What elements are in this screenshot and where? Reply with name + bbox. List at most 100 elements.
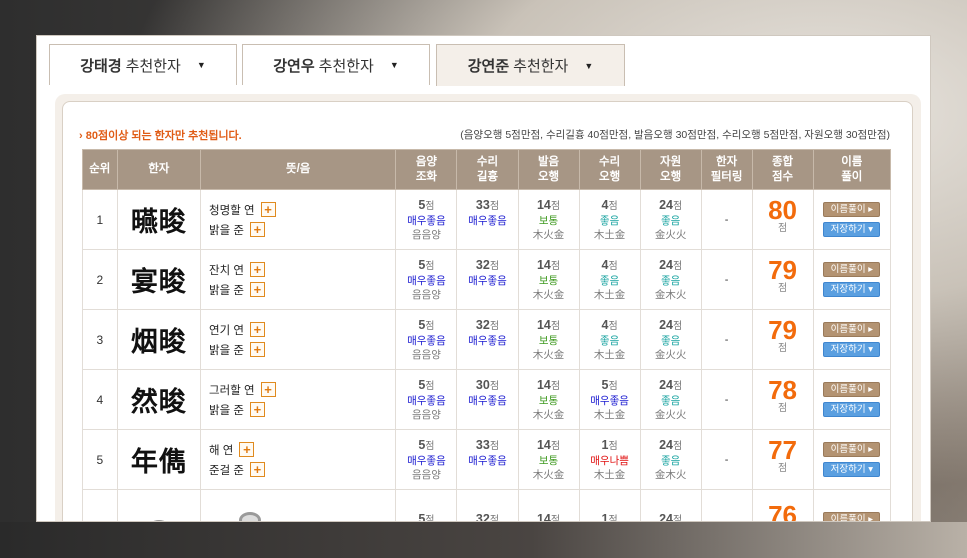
suri-ohaeng-cell: 4점 좋음 木土金 xyxy=(578,249,641,310)
table-row: 4 然晙 그러할 연 + 밝을 준 + 5점 매우좋음 음음양 30점 매우좋음… xyxy=(82,369,892,430)
tab-name: 강연준 xyxy=(467,58,510,75)
meaning-text: 그러할 연 xyxy=(209,384,255,397)
suri-cell: 32점 매우좋음 xyxy=(456,309,519,370)
tab-suffix: 추천한자 xyxy=(513,58,569,75)
suri-cell: 33점 매우좋음 xyxy=(456,429,519,490)
tab-bar: 강태경 추천한자 ▼ 강연우 추천한자 ▼ 강연준 추천한자 ▼ xyxy=(49,44,922,86)
pronunciation-cell: 14점 xyxy=(517,489,580,521)
filter-cell: - xyxy=(700,429,753,490)
header-action: 이름 풀이 xyxy=(812,149,892,190)
total-score: 76 xyxy=(768,500,797,522)
suri-cell: 32점 xyxy=(456,489,519,521)
meaning-cell: 그러할 연 + 밝을 준 + xyxy=(200,369,397,430)
tab-yeonwoo[interactable]: 강연우 추천한자 ▼ xyxy=(242,44,430,85)
action-cell: 이름풀이 ▸ 저장하기 ▾ xyxy=(812,249,892,310)
filter-cell: - xyxy=(700,309,753,370)
action-cell: 이름풀이 ▸ 저장하기 ▾ xyxy=(812,189,892,250)
tab-name: 강태경 xyxy=(80,57,122,75)
pronunciation-cell: 14점 보통 木火金 xyxy=(517,369,580,430)
meaning-text: 해 연 xyxy=(209,444,234,457)
table-row: 5점 32점 14점 1점 24점 76 이름풀이 ▸ xyxy=(82,489,892,522)
tab-yeonjun[interactable]: 강연준 추천한자 ▼ xyxy=(436,44,625,86)
save-button[interactable]: 저장하기 ▾ xyxy=(823,222,881,237)
name-analysis-button[interactable]: 이름풀이 ▸ xyxy=(823,322,881,337)
hanja-cell: 曣晙 xyxy=(116,189,202,250)
total-cell: 80 점 xyxy=(751,189,814,250)
rank-cell: 4 xyxy=(82,369,118,430)
suri-cell: 32점 매우좋음 xyxy=(456,249,519,310)
filter-cell: - xyxy=(700,189,753,250)
meaning-cell xyxy=(200,489,397,521)
meaning-cell: 잔치 연 + 밝을 준 + xyxy=(200,249,397,310)
caret-down-icon: ▼ xyxy=(389,60,399,70)
rank-cell: 1 xyxy=(82,189,118,250)
rank-cell xyxy=(82,489,118,521)
pronunciation-cell: 14점 보통 木火金 xyxy=(517,249,580,310)
plus-icon[interactable]: + xyxy=(239,442,255,457)
yinyang-cell: 5점 매우좋음 음음양 xyxy=(395,429,458,490)
plus-icon[interactable]: + xyxy=(260,202,276,217)
meaning-image xyxy=(239,512,262,521)
plus-icon[interactable]: + xyxy=(249,322,265,337)
action-cell: 이름풀이 ▸ 저장하기 ▾ xyxy=(812,429,892,490)
hanja-cell: 年儁 xyxy=(116,429,202,490)
header-filter: 한자 필터링 xyxy=(700,149,753,190)
caret-down-icon: ▼ xyxy=(584,60,594,71)
suri-ohaeng-cell: 1점 매우나쁨 木土金 xyxy=(578,429,641,490)
save-button[interactable]: 저장하기 ▾ xyxy=(823,282,881,297)
meaning-line: 밝을 준 + xyxy=(209,280,395,300)
pronunciation-cell: 14점 보통 木火金 xyxy=(517,189,580,250)
hanja-table: 순위 한자 뜻/음 음양 조화 수리 길흉 발음 오행 수리 오행 자원 오행 한자 필터링… xyxy=(82,149,892,522)
filter-cell: - xyxy=(700,249,753,310)
save-button[interactable]: 저장하기 ▾ xyxy=(823,342,881,357)
name-analysis-button[interactable]: 이름풀이 ▸ xyxy=(823,382,881,397)
rank-cell: 2 xyxy=(82,249,118,310)
plus-icon[interactable]: + xyxy=(260,382,276,397)
pronunciation-cell: 14점 보통 木火金 xyxy=(517,429,580,490)
plus-icon[interactable]: + xyxy=(249,282,265,297)
header-pronunciation: 발음 오행 xyxy=(517,149,580,190)
plus-icon[interactable]: + xyxy=(249,262,265,277)
tab-taegyeong[interactable]: 강태경 추천한자 ▼ xyxy=(49,44,237,85)
suri-ohaeng-cell: 1점 xyxy=(578,489,641,521)
save-button[interactable]: 저장하기 ▾ xyxy=(823,462,881,477)
meaning-text: 밝을 준 xyxy=(209,284,244,297)
meaning-text: 청명할 연 xyxy=(209,204,255,217)
yinyang-cell: 5점 매우좋음 음음양 xyxy=(395,369,458,430)
pronunciation-cell: 14점 보통 木火金 xyxy=(517,309,580,370)
source-cell: 24점 좋음 金火火 xyxy=(639,189,702,250)
meaning-line: 밝을 준 + xyxy=(209,340,395,360)
total-score: 79 xyxy=(768,315,797,345)
source-cell: 24점 좋음 金木火 xyxy=(639,249,702,310)
yinyang-cell: 5점 매우좋음 음음양 xyxy=(395,189,458,250)
source-cell: 24점 xyxy=(639,489,702,521)
suri-ohaeng-cell: 5점 매우좋음 木土金 xyxy=(578,369,641,430)
meaning-text: 잔치 연 xyxy=(209,264,244,277)
rank-cell: 5 xyxy=(82,429,118,490)
total-cell: 79 점 xyxy=(751,309,814,370)
meaning-line: 그러할 연 + xyxy=(209,380,395,400)
header-suri: 수리 길흉 xyxy=(456,149,519,190)
hanja-cell: 烟晙 xyxy=(116,309,202,370)
name-analysis-button[interactable]: 이름풀이 ▸ xyxy=(823,202,881,217)
source-cell: 24점 좋음 金木火 xyxy=(639,429,702,490)
tab-suffix: 추천한자 xyxy=(318,57,374,75)
plus-icon[interactable]: + xyxy=(249,222,265,237)
suri-cell: 33점 매우좋음 xyxy=(456,189,519,250)
name-analysis-button[interactable]: 이름풀이 ▸ xyxy=(823,512,881,521)
save-button[interactable]: 저장하기 ▾ xyxy=(823,402,881,417)
plus-icon[interactable]: + xyxy=(249,462,265,477)
name-analysis-button[interactable]: 이름풀이 ▸ xyxy=(823,442,881,457)
plus-icon[interactable]: + xyxy=(249,402,265,417)
plus-icon[interactable]: + xyxy=(249,342,265,357)
meaning-cell: 해 연 + 준걸 준 + xyxy=(200,429,397,490)
filter-cell xyxy=(700,489,753,521)
header-suri-ohaeng: 수리 오행 xyxy=(578,149,641,190)
table-header-row: 순위 한자 뜻/음 음양 조화 수리 길흉 발음 오행 수리 오행 자원 오행 한자 필터링… xyxy=(82,149,892,190)
yinyang-cell: 5점 매우좋음 음음양 xyxy=(395,309,458,370)
meaning-text: 밝을 준 xyxy=(209,344,244,357)
meaning-line: 잔치 연 + xyxy=(209,260,395,280)
table-row: 1 曣晙 청명할 연 + 밝을 준 + 5점 매우좋음 음음양 33점 매우좋음… xyxy=(82,189,892,250)
source-cell: 24점 좋음 金火火 xyxy=(639,369,702,430)
name-analysis-button[interactable]: 이름풀이 ▸ xyxy=(823,262,881,277)
